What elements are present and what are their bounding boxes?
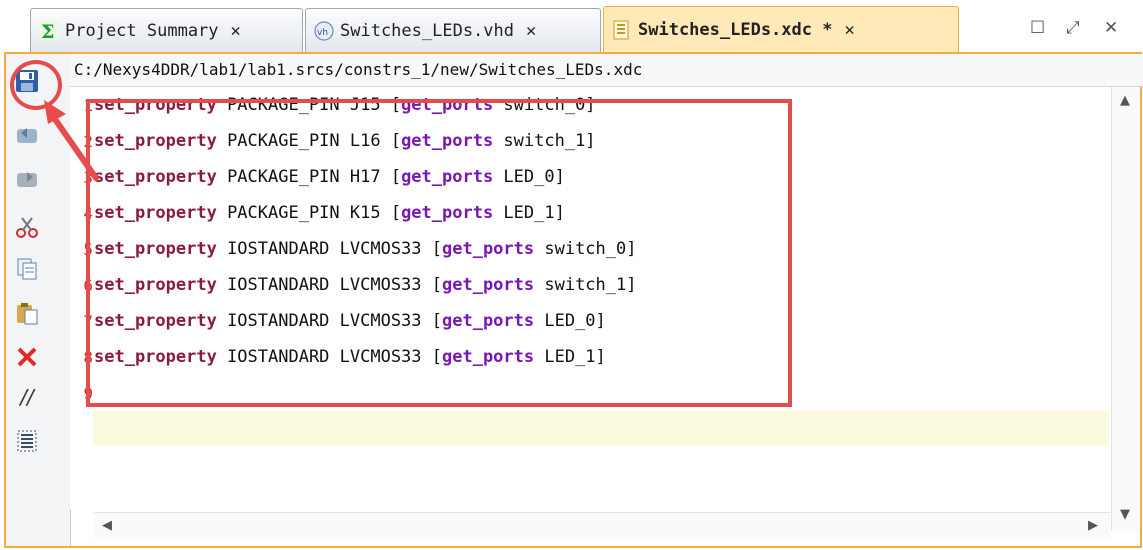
tab-label: Project Summary (65, 20, 219, 41)
copy-icon[interactable] (14, 256, 40, 282)
close-icon[interactable]: ✕ (526, 21, 536, 41)
comment-icon[interactable]: // (14, 384, 40, 410)
tab-project-summary[interactable]: Σ Project Summary ✕ (30, 8, 303, 52)
redo-icon[interactable] (14, 166, 40, 192)
scroll-down-icon[interactable]: ▼ (1120, 507, 1130, 522)
editor-toolbar: // (6, 54, 71, 546)
close-icon[interactable]: ✕ (844, 20, 854, 40)
undo-icon[interactable] (14, 122, 40, 148)
close-icon[interactable]: ✕ (231, 21, 241, 41)
horizontal-scrollbar[interactable]: ◀ ▶ (94, 512, 1110, 539)
sigma-icon: Σ (39, 20, 59, 41)
constraints-file-icon (612, 20, 632, 40)
file-path: C:/Nexys4DDR/lab1/lab1.srcs/constrs_1/ne… (70, 54, 1143, 87)
vhdl-file-icon: vh (314, 20, 334, 41)
close-window-icon[interactable]: ✕ (1104, 18, 1118, 38)
tab-label: Switches_LEDs.xdc * (638, 20, 833, 40)
restore-icon[interactable]: ☐ (1030, 18, 1045, 38)
tab-switches-leds-xdc[interactable]: Switches_LEDs.xdc * ✕ (603, 6, 959, 53)
vertical-scrollbar[interactable]: ▲ ▼ (1111, 87, 1140, 531)
svg-text:Σ: Σ (41, 21, 54, 41)
scroll-right-icon[interactable]: ▶ (1088, 518, 1098, 533)
float-icon[interactable]: ⤢ (1066, 18, 1080, 38)
block-select-icon[interactable] (14, 428, 40, 454)
code-highlight-box (86, 99, 792, 407)
delete-icon[interactable] (14, 344, 40, 370)
tab-switches-leds-vhd[interactable]: vh Switches_LEDs.vhd ✕ (305, 8, 601, 52)
svg-text:vh: vh (317, 28, 328, 38)
scroll-left-icon[interactable]: ◀ (102, 518, 112, 533)
paste-icon[interactable] (14, 300, 40, 326)
save-highlight-circle (10, 60, 62, 110)
scroll-up-icon[interactable]: ▲ (1120, 93, 1130, 108)
tab-label: Switches_LEDs.vhd (340, 20, 514, 41)
editor-tab-bar: Σ Project Summary ✕ vh Switches_LEDs.vhd… (0, 0, 1143, 53)
cut-icon[interactable] (14, 214, 40, 240)
